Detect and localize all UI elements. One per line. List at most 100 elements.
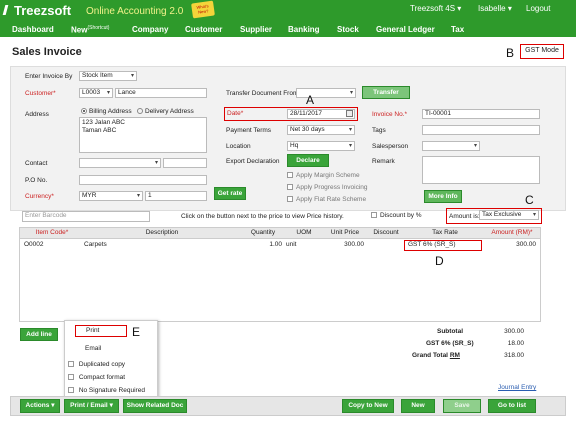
delivery-address-label: Delivery Address [145,108,194,115]
enter-invoice-by-select[interactable]: Stock Item [79,71,137,81]
add-line-button[interactable]: Add line [20,328,58,341]
subtotal-label: Subtotal [437,328,463,335]
col-quantity[interactable]: Quantity [242,229,284,236]
chevron-down-icon: ▾ [507,4,512,13]
callout-e: E [132,325,141,339]
logout-link[interactable]: Logout [526,4,550,13]
col-description[interactable]: Description [82,229,242,236]
dropdown-email[interactable]: Email [85,345,101,352]
price-history-hint: Click on the button next to the price to… [181,213,344,220]
contact-select[interactable] [79,158,161,168]
col-amount[interactable]: Amount (RM)* [484,229,540,236]
menu-banking[interactable]: Banking [288,25,320,34]
brand-logo[interactable]: Treezsoft [2,3,71,18]
page-title: Sales Invoice [12,46,82,58]
customer-label: Customer* [25,90,56,97]
menu-stock[interactable]: Stock [337,25,359,34]
menu-dashboard[interactable]: Dashboard [12,25,54,34]
salesperson-select[interactable] [422,141,480,151]
apply-margin-checkbox[interactable]: Apply Margin Scheme [287,172,360,179]
location-select[interactable]: Hq [287,141,355,151]
compact-format-checkbox[interactable]: Compact format [68,374,125,381]
payment-terms-select[interactable]: Net 30 days [287,125,355,135]
transfer-button[interactable]: Transfer [362,86,410,99]
row-uom[interactable]: unit [286,241,296,248]
checkbox-icon [287,184,293,191]
calendar-icon[interactable] [346,110,353,117]
date-field[interactable]: 28/11/2017 [287,109,355,119]
address-textarea[interactable]: 123 Jalan ABC Taman ABC [79,117,207,153]
col-unit-price[interactable]: Unit Price [324,229,366,236]
customer-code-select[interactable]: L0003 [79,88,113,98]
amount-is-select[interactable]: Tax Exclusive [479,210,539,220]
print-email-button[interactable]: Print / Email ▾ [64,399,119,413]
menu-customer[interactable]: Customer [185,25,222,34]
transfer-document-label: Transfer Document From [226,90,299,97]
company-menu[interactable]: Treezsoft 4S ▾ [410,4,461,13]
customer-name-field[interactable]: Lance [115,88,207,98]
transfer-document-select[interactable] [296,88,356,98]
currency-label: Currency* [25,193,54,200]
remark-textarea[interactable] [422,156,540,184]
discount-by-percent-checkbox[interactable]: Discount by % [371,212,422,219]
amount-is-label: Amount is: [449,213,480,220]
chevron-down-icon: ▾ [457,4,462,13]
no-signature-checkbox[interactable]: No Signature Required [68,387,145,394]
checkbox-icon [371,212,377,219]
col-tax-rate[interactable]: Tax Rate [406,229,484,236]
menu-general-ledger[interactable]: General Ledger [376,25,435,34]
callout-d: D [435,254,444,268]
row-quantity[interactable]: 1.00 [254,241,282,248]
whats-new-badge[interactable]: What's New? [191,0,215,19]
tags-field[interactable] [422,125,540,135]
grand-total-value: 318.00 [504,352,524,359]
apply-progress-checkbox[interactable]: Apply Progress Invoicing [287,184,368,191]
duplicated-copy-checkbox[interactable]: Duplicated copy [68,361,125,368]
currency-select[interactable]: MYR [79,191,143,201]
menu-company[interactable]: Company [132,25,168,34]
delivery-address-radio[interactable]: Delivery Address [137,108,194,115]
billing-address-radio[interactable]: Billing Address [81,108,132,115]
actions-button[interactable]: Actions ▾ [20,399,60,413]
invoice-no-field[interactable]: TI-00001 [422,109,540,119]
menu-supplier[interactable]: Supplier [240,25,272,34]
show-related-doc-button[interactable]: Show Related Doc [123,399,187,413]
callout-c: C [525,193,534,207]
dropdown-print[interactable]: Print [75,325,127,337]
actions-label: Actions [25,402,50,409]
row-item-code[interactable]: O0002 [24,241,44,248]
more-info-button[interactable]: More Info [424,190,462,203]
po-number-field[interactable] [79,175,207,185]
exchange-rate-field[interactable]: 1 [145,191,207,201]
billing-address-label: Billing Address [89,108,132,115]
contact-extra-field[interactable] [163,158,207,168]
table-row[interactable]: O0002 Carpets 1.00 unit 300.00 GST 6% (S… [20,240,540,251]
copy-to-new-button[interactable]: Copy to New [342,399,394,413]
apply-flat-rate-checkbox[interactable]: Apply Flat Rate Scheme [287,196,366,203]
apply-flat-rate-label: Apply Flat Rate Scheme [296,196,367,203]
barcode-input[interactable]: Enter Barcode [22,211,150,222]
row-amount[interactable]: 300.00 [486,241,536,248]
row-unit-price[interactable]: 300.00 [326,241,364,248]
no-signature-label: No Signature Required [78,387,145,394]
checkbox-icon [68,387,74,394]
gst-mode-button[interactable]: GST Mode [520,44,564,59]
grand-total-currency: RM [449,352,460,359]
discount-by-percent-label: Discount by % [380,212,422,219]
journal-entry-link[interactable]: Journal Entry [498,384,536,391]
declare-button[interactable]: Declare [287,154,329,167]
new-button[interactable]: New [401,399,435,413]
address-label: Address [25,111,49,118]
col-discount[interactable]: Discount [366,229,406,236]
menu-tax[interactable]: Tax [451,25,464,34]
row-tax-rate[interactable]: GST 6% (SR_S) [404,240,482,251]
row-description[interactable]: Carpets [84,241,107,248]
address-line-1: 123 Jalan ABC [82,119,126,126]
col-item-code[interactable]: Item Code* [22,229,82,236]
col-uom[interactable]: UOM [284,229,324,236]
go-to-list-button[interactable]: Go to list [488,399,536,413]
save-button[interactable]: Save [443,399,481,413]
menu-new[interactable]: New(Shortcut) [71,25,109,35]
get-rate-button[interactable]: Get rate [214,187,246,200]
user-menu[interactable]: Isabelle ▾ [478,4,512,13]
